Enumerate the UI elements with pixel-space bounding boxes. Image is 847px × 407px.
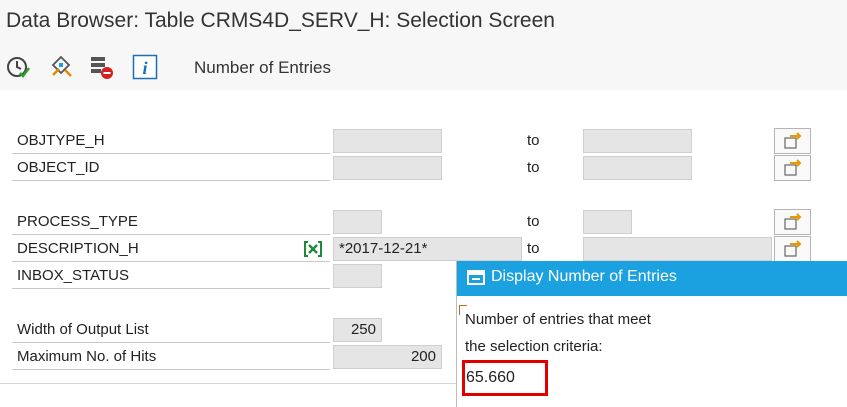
divider bbox=[12, 180, 330, 181]
multiple-selection-icon bbox=[784, 240, 802, 257]
dialog-title: Display Number of Entries bbox=[491, 268, 677, 285]
to-label: to bbox=[527, 159, 540, 176]
description-h-high-input[interactable] bbox=[583, 237, 772, 261]
multiple-selection-button[interactable] bbox=[774, 209, 811, 235]
field-label: PROCESS_TYPE bbox=[17, 213, 138, 230]
divider bbox=[12, 288, 330, 289]
dialog-header[interactable]: Display Number of Entries bbox=[457, 261, 847, 296]
to-label: to bbox=[527, 132, 540, 149]
number-of-entries-dialog: Display Number of Entries Number of entr… bbox=[456, 261, 847, 407]
exclude-option-icon[interactable] bbox=[303, 239, 323, 259]
divider bbox=[12, 342, 330, 343]
dialog-message-line-2: the selection criteria: bbox=[465, 338, 603, 355]
max-hits-input[interactable]: 200 bbox=[333, 345, 442, 369]
dialog-message-line-1: Number of entries that meet bbox=[465, 311, 651, 328]
width-output-input[interactable]: 250 bbox=[333, 318, 382, 342]
max-hits-label: Maximum No. of Hits bbox=[17, 348, 157, 365]
title-bar: Data Browser: Table CRMS4D_SERV_H: Selec… bbox=[0, 0, 847, 44]
info-icon[interactable]: i bbox=[132, 54, 158, 80]
toolbar: i Number of Entries bbox=[0, 44, 847, 90]
divider bbox=[12, 234, 330, 235]
delete-entry-icon[interactable] bbox=[88, 54, 114, 80]
entries-count: 65.660 bbox=[466, 369, 515, 386]
field-label: INBOX_STATUS bbox=[17, 267, 129, 284]
selection-options-icon[interactable] bbox=[49, 54, 75, 80]
field-label: OBJECT_ID bbox=[17, 159, 100, 176]
divider bbox=[0, 383, 456, 384]
multiple-selection-icon bbox=[784, 132, 802, 149]
field-label: DESCRIPTION_H bbox=[17, 240, 139, 257]
multiple-selection-button[interactable] bbox=[774, 128, 811, 154]
svg-text:i: i bbox=[142, 58, 147, 78]
window-title: Data Browser: Table CRMS4D_SERV_H: Selec… bbox=[6, 9, 555, 32]
to-label: to bbox=[527, 240, 540, 257]
process-type-high-input[interactable] bbox=[583, 210, 632, 234]
multiple-selection-icon bbox=[784, 159, 802, 176]
multiple-selection-icon bbox=[784, 213, 802, 230]
execute-icon[interactable] bbox=[5, 54, 31, 80]
divider bbox=[12, 261, 330, 262]
divider bbox=[12, 153, 330, 154]
object-id-high-input[interactable] bbox=[583, 156, 692, 180]
inbox-status-low-input[interactable] bbox=[333, 264, 382, 288]
objtype-h-high-input[interactable] bbox=[583, 129, 692, 153]
multiple-selection-button[interactable] bbox=[774, 236, 811, 262]
field-label: OBJTYPE_H bbox=[17, 132, 105, 149]
process-type-low-input[interactable] bbox=[333, 210, 382, 234]
object-id-low-input[interactable] bbox=[333, 156, 442, 180]
divider bbox=[12, 369, 330, 370]
width-output-label: Width of Output List bbox=[17, 321, 149, 338]
objtype-h-low-input[interactable] bbox=[333, 129, 442, 153]
description-h-low-input[interactable]: *2017-12-21* bbox=[333, 237, 522, 261]
number-of-entries-button[interactable]: Number of Entries bbox=[194, 58, 331, 78]
dialog-window-icon bbox=[467, 270, 487, 287]
to-label: to bbox=[527, 213, 540, 230]
multiple-selection-button[interactable] bbox=[774, 155, 811, 181]
